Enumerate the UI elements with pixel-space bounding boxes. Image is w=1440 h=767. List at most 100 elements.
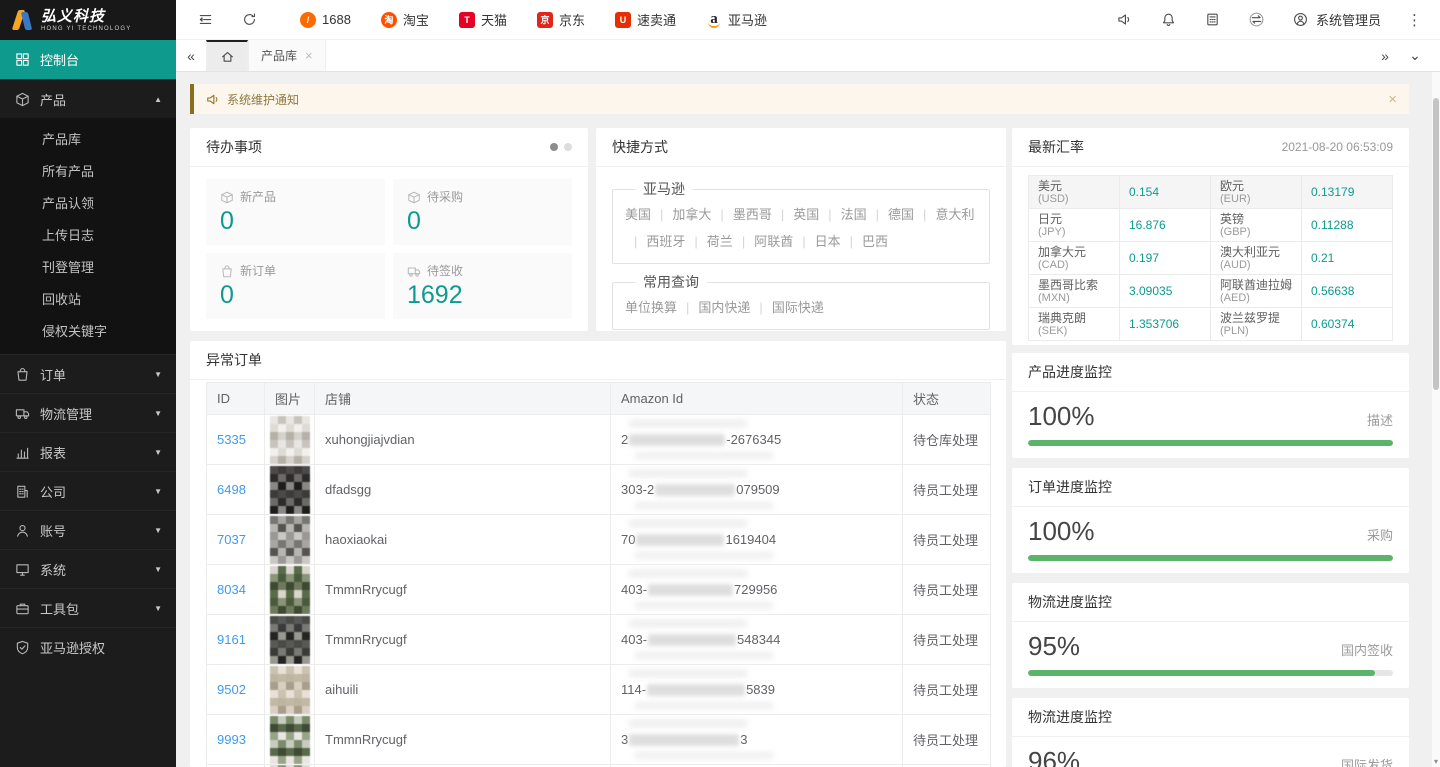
currency-name-cell: 阿联酋迪拉姆(AED) — [1211, 275, 1302, 308]
sidebar-item[interactable]: 物流管理▼ — [0, 393, 176, 432]
shortcut-link[interactable]: 英国 — [793, 201, 819, 228]
bell-icon[interactable] — [1160, 11, 1178, 29]
currency-rate-cell: 0.13179 — [1302, 176, 1393, 209]
order-id-link[interactable]: 9993 — [217, 732, 246, 747]
sidebar-item-label: 订单 — [40, 365, 144, 384]
todo-card[interactable]: 新产品0 — [206, 179, 385, 245]
todo-card[interactable]: 待签收1692 — [393, 253, 572, 319]
sidebar-subitem[interactable]: 回收站 — [0, 284, 176, 316]
marketplace-link[interactable]: /1688 — [300, 12, 351, 28]
sidebar-item[interactable]: 控制台 — [0, 40, 176, 79]
sidebar-item[interactable]: 订单 ▼ — [0, 354, 176, 393]
marketplace-link[interactable]: T天猫 — [459, 10, 507, 29]
carousel-dot[interactable] — [564, 143, 572, 151]
calculator-icon[interactable] — [1204, 11, 1222, 29]
order-shop-name: haoxiaokai — [325, 532, 387, 547]
icon-1688: / — [300, 12, 316, 28]
todo-card[interactable]: 待采购0 — [393, 179, 572, 245]
sidebar-item[interactable]: 工具包▼ — [0, 588, 176, 627]
sidebar-subitem[interactable]: 上传日志 — [0, 220, 176, 252]
marketplace-link[interactable]: a亚马逊 — [706, 10, 767, 29]
shortcut-link[interactable]: 日本 — [815, 228, 841, 255]
tabs-scroll-right-icon[interactable]: » — [1370, 40, 1400, 71]
alert-text[interactable]: 系统维护通知 — [227, 91, 1388, 108]
table-row: 9993TmmnRrycugf33待员工处理 — [207, 715, 991, 765]
progress-bar-fill — [1028, 440, 1393, 446]
amazon-id-prefix: 2 — [621, 432, 628, 447]
shortcut-link[interactable]: 加拿大 — [672, 201, 711, 228]
shortcut-link[interactable]: 阿联酋 — [754, 228, 793, 255]
amazon-id-suffix: -2676345 — [726, 432, 781, 447]
marketplace-link[interactable]: U速卖通 — [615, 10, 676, 29]
sidebar-toggle-icon[interactable] — [196, 11, 214, 29]
progress-monitor-panel: 物流进度监控95%国内签收 — [1012, 583, 1409, 688]
scrollbar[interactable]: ▾ — [1432, 72, 1440, 767]
caret-up-icon: ▲ — [154, 95, 162, 104]
marketplace-link[interactable]: 淘淘宝 — [381, 10, 429, 29]
alert-close-icon[interactable]: × — [1388, 91, 1397, 108]
currency-name: 墨西哥比索 — [1038, 279, 1110, 292]
shortcut-link[interactable]: 法国 — [841, 201, 867, 228]
caret-down-icon: ▼ — [154, 370, 162, 379]
tab-home[interactable] — [206, 40, 248, 71]
progress-bar — [1028, 555, 1393, 561]
currency-name: 阿联酋迪拉姆 — [1220, 279, 1292, 292]
order-id-link[interactable]: 8034 — [217, 582, 246, 597]
currency-code: (SEK) — [1038, 325, 1110, 337]
sidebar-subitem[interactable]: 侵权关键字 — [0, 316, 176, 348]
sidebar-subitem[interactable]: 产品库 — [0, 124, 176, 156]
more-menu-icon[interactable]: ⋮ — [1407, 11, 1422, 29]
order-amazon-id: 114-5839 — [621, 665, 892, 714]
order-id-link[interactable]: 7037 — [217, 532, 246, 547]
order-id-link[interactable]: 9502 — [217, 682, 246, 697]
todo-card[interactable]: 新订单0 — [206, 253, 385, 319]
orders-column-header: 状态 — [903, 383, 991, 415]
refresh-icon[interactable] — [240, 11, 258, 29]
shortcut-link[interactable]: 意大利 — [935, 201, 974, 228]
admin-user-chip[interactable]: 系统管理员 — [1292, 10, 1381, 29]
shortcut-link[interactable]: 巴西 — [862, 228, 888, 255]
shortcut-link[interactable]: 西班牙 — [646, 228, 685, 255]
shortcut-link[interactable]: 德国 — [888, 201, 914, 228]
admin-user-label: 系统管理员 — [1316, 10, 1381, 29]
tabs-menu-icon[interactable]: ⌄ — [1400, 40, 1430, 71]
sidebar-subitem[interactable]: 刊登管理 — [0, 252, 176, 284]
shortcut-link[interactable]: 美国 — [625, 201, 651, 228]
toolbox-icon — [14, 600, 30, 616]
sidebar-item[interactable]: 系统▼ — [0, 549, 176, 588]
shortcut-link[interactable]: 墨西哥 — [733, 201, 772, 228]
scrollbar-down-icon[interactable]: ▾ — [1432, 757, 1440, 767]
sidebar-item[interactable]: 产品▲ — [0, 79, 176, 118]
tabs-scroll-left-icon[interactable]: « — [176, 40, 206, 71]
progress-monitor-panel: 产品进度监控100%描述 — [1012, 353, 1409, 458]
tab-close-icon[interactable]: × — [305, 48, 313, 63]
currency-name-cell: 欧元(EUR) — [1211, 176, 1302, 209]
topbar: /1688 淘淘宝 T天猫 京京东 U速卖通 a亚马逊 系统管理员 ⋮ — [176, 0, 1440, 40]
shortcut-link[interactable]: 国际快递 — [772, 294, 824, 321]
order-id-link[interactable]: 6498 — [217, 482, 246, 497]
tab-product-library[interactable]: 产品库 × — [248, 40, 326, 71]
marketplace-link[interactable]: 京京东 — [537, 10, 585, 29]
sidebar-subitem[interactable]: 产品认领 — [0, 188, 176, 220]
sidebar-item[interactable]: 亚马逊授权 — [0, 627, 176, 666]
currency-rate-cell: 0.154 — [1120, 176, 1211, 209]
order-id-link[interactable]: 9161 — [217, 632, 246, 647]
todo-card-value: 0 — [220, 207, 371, 235]
scrollbar-thumb[interactable] — [1433, 98, 1439, 390]
sidebar-subitem[interactable]: 所有产品 — [0, 156, 176, 188]
announcement-icon[interactable] — [1116, 11, 1134, 29]
carousel-dot-active[interactable] — [550, 143, 558, 151]
sidebar-item[interactable]: 报表▼ — [0, 432, 176, 471]
shortcut-link[interactable]: 国内快递 — [698, 294, 750, 321]
shortcut-link[interactable]: 荷兰 — [707, 228, 733, 255]
order-product-image — [270, 466, 310, 514]
sidebar-item[interactable]: 账号▼ — [0, 510, 176, 549]
tab-label: 产品库 — [261, 47, 297, 64]
currency-name-cell: 澳大利亚元(AUD) — [1211, 242, 1302, 275]
rates-timestamp: 2021-08-20 06:53:09 — [1282, 140, 1393, 154]
currency-exchange-icon[interactable] — [1248, 11, 1266, 29]
order-id-link[interactable]: 5335 — [217, 432, 246, 447]
progress-bar-fill — [1028, 555, 1393, 561]
shortcut-link[interactable]: 单位换算 — [625, 294, 677, 321]
sidebar-item[interactable]: 公司▼ — [0, 471, 176, 510]
